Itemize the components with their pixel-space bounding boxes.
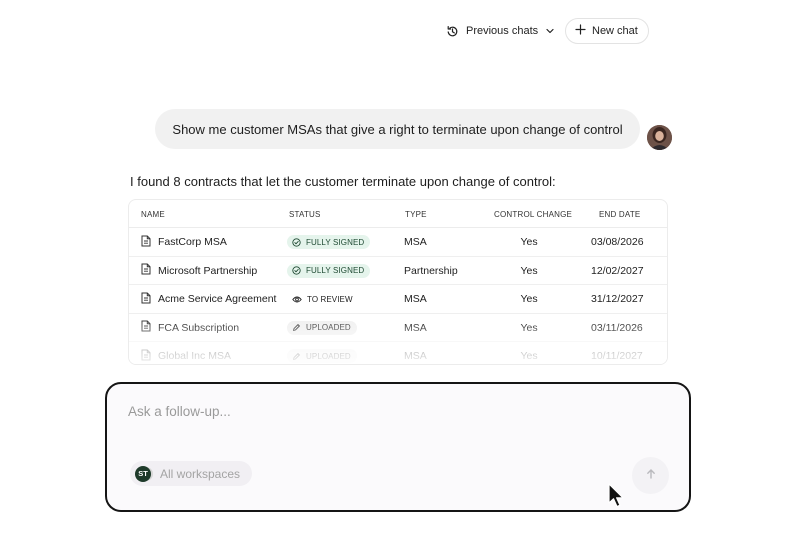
history-icon bbox=[446, 25, 459, 38]
arrow-up-icon bbox=[645, 467, 657, 485]
column-header-end-date[interactable]: END DATE bbox=[599, 210, 640, 219]
composer: ST All workspaces bbox=[105, 382, 691, 512]
row-status-cell: FULLY SIGNED bbox=[287, 228, 371, 256]
document-icon bbox=[141, 292, 151, 307]
send-button[interactable] bbox=[632, 457, 669, 494]
row-name-cell: Global Inc MSA bbox=[141, 342, 231, 364]
document-icon bbox=[141, 320, 151, 335]
contract-name: Global Inc MSA bbox=[158, 350, 231, 362]
column-header-status[interactable]: STATUS bbox=[289, 210, 321, 219]
plus-icon bbox=[575, 24, 586, 38]
document-icon bbox=[141, 263, 151, 278]
document-icon bbox=[141, 349, 151, 364]
row-name-cell: Microsoft Partnership bbox=[141, 257, 257, 285]
row-type-cell: MSA bbox=[404, 321, 427, 334]
eye-icon bbox=[292, 295, 302, 304]
row-end-date-cell: 12/02/2027 bbox=[591, 264, 644, 277]
contract-name: Microsoft Partnership bbox=[158, 264, 258, 277]
table-row[interactable]: Microsoft Partnership FULLY SIGNED Partn… bbox=[129, 257, 667, 285]
status-label: FULLY SIGNED bbox=[306, 266, 365, 275]
document-icon bbox=[141, 235, 151, 250]
row-type-cell: Partnership bbox=[404, 264, 458, 277]
row-status-cell: UPLOADED bbox=[287, 314, 357, 342]
row-end-date-cell: 31/12/2027 bbox=[591, 293, 644, 305]
row-type-cell: MSA bbox=[404, 236, 427, 248]
status-badge: UPLOADED bbox=[287, 320, 357, 335]
row-status-cell: TO REVIEW bbox=[287, 285, 359, 313]
column-header-control-change[interactable]: CONTROL CHANGE bbox=[494, 210, 572, 219]
user-message-text: Show me customer MSAs that give a right … bbox=[172, 121, 623, 137]
status-badge: FULLY SIGNED bbox=[287, 235, 371, 249]
pencil-icon bbox=[292, 323, 301, 332]
table-header: NAME STATUS TYPE CONTROL CHANGE END DATE bbox=[129, 200, 667, 228]
row-status-cell: UPLOADED bbox=[287, 342, 357, 364]
workspace-label: All workspaces bbox=[160, 466, 241, 481]
assistant-message-text: I found 8 contracts that let the custome… bbox=[130, 174, 556, 189]
new-chat-button[interactable]: New chat bbox=[565, 18, 649, 44]
row-end-date-cell: 03/11/2026 bbox=[591, 321, 643, 334]
contract-name: Acme Service Agreement bbox=[158, 293, 277, 305]
status-badge: FULLY SIGNED bbox=[287, 263, 371, 278]
row-type-cell: MSA bbox=[404, 350, 427, 362]
follow-up-input[interactable] bbox=[128, 404, 648, 419]
top-bar: Previous chats New chat bbox=[0, 18, 795, 44]
status-label: UPLOADED bbox=[306, 351, 351, 361]
status-badge: TO REVIEW bbox=[287, 292, 359, 306]
row-status-cell: FULLY SIGNED bbox=[287, 257, 371, 285]
contract-name: FastCorp MSA bbox=[158, 236, 227, 248]
previous-chats-label: Previous chats bbox=[466, 25, 539, 37]
table-row[interactable]: Global Inc MSA UPLOADED MSA Yes 10/11/20… bbox=[129, 342, 667, 364]
previous-chats-button[interactable]: Previous chats bbox=[446, 19, 555, 43]
table-row[interactable]: FCA Subscription UPLOADED MSA Yes 03/11/… bbox=[129, 314, 667, 342]
status-label: UPLOADED bbox=[306, 323, 351, 332]
pencil-icon bbox=[292, 352, 301, 361]
status-label: FULLY SIGNED bbox=[306, 237, 365, 247]
workspace-badge: ST bbox=[135, 465, 151, 482]
table-body: FastCorp MSA FULLY SIGNED MSA Yes 03/08/… bbox=[129, 228, 667, 364]
check-circle-icon bbox=[292, 266, 301, 275]
contract-name: FCA Subscription bbox=[158, 321, 240, 334]
column-header-type[interactable]: TYPE bbox=[405, 210, 427, 219]
row-name-cell: FastCorp MSA bbox=[141, 228, 227, 256]
workspace-selector[interactable]: ST All workspaces bbox=[130, 461, 253, 486]
chevron-down-icon bbox=[545, 26, 555, 36]
row-name-cell: Acme Service Agreement bbox=[141, 285, 276, 313]
status-label: TO REVIEW bbox=[307, 294, 353, 304]
check-circle-icon bbox=[292, 237, 301, 247]
table-row[interactable]: Acme Service Agreement TO REVIEW MSA Yes… bbox=[129, 285, 667, 314]
table-row[interactable]: FastCorp MSA FULLY SIGNED MSA Yes 03/08/… bbox=[129, 228, 667, 257]
row-name-cell: FCA Subscription bbox=[141, 314, 239, 342]
row-type-cell: MSA bbox=[404, 293, 427, 305]
column-header-name[interactable]: NAME bbox=[141, 210, 165, 219]
row-end-date-cell: 10/11/2027 bbox=[591, 350, 643, 362]
row-end-date-cell: 03/08/2026 bbox=[591, 236, 644, 248]
new-chat-label: New chat bbox=[592, 25, 638, 37]
contracts-table: NAME STATUS TYPE CONTROL CHANGE END DATE… bbox=[128, 199, 668, 365]
user-message-bubble: Show me customer MSAs that give a right … bbox=[155, 109, 640, 149]
status-badge: UPLOADED bbox=[287, 349, 357, 363]
user-avatar bbox=[647, 125, 672, 150]
